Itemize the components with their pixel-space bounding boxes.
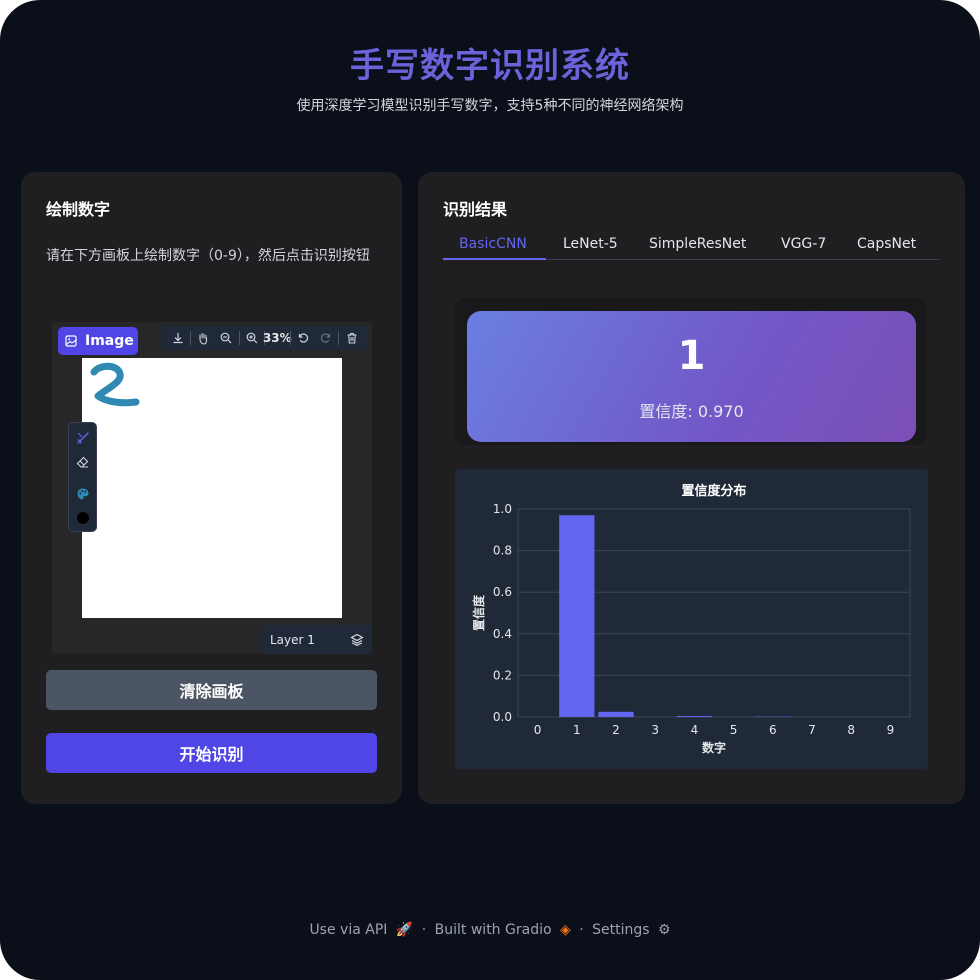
api-link[interactable]: Use via API bbox=[309, 922, 387, 938]
x-tick-label: 4 bbox=[691, 723, 699, 737]
trash-icon[interactable] bbox=[340, 326, 363, 350]
tab-lenet5[interactable]: LeNet-5 bbox=[563, 236, 618, 252]
predicted-digit: 1 bbox=[677, 333, 706, 379]
layer-selector[interactable]: Layer 1 bbox=[262, 625, 372, 654]
footer-separator: · bbox=[579, 922, 584, 938]
color-swatch-icon[interactable] bbox=[69, 507, 97, 529]
image-label-badge: Image bbox=[58, 327, 138, 355]
tab-capsnet[interactable]: CapsNet bbox=[857, 236, 916, 252]
x-tick-label: 9 bbox=[887, 723, 895, 737]
result-panel-title: 识别结果 bbox=[443, 200, 508, 219]
download-icon[interactable] bbox=[166, 326, 189, 350]
result-panel: 识别结果 BasicCNN LeNet-5 SimpleResNet VGG-7… bbox=[418, 172, 965, 804]
page-title: 手写数字识别系统 bbox=[350, 46, 630, 86]
y-tick-label: 0.4 bbox=[493, 627, 512, 641]
x-tick-label: 5 bbox=[730, 723, 738, 737]
x-tick-label: 6 bbox=[769, 723, 777, 737]
x-tick-label: 2 bbox=[612, 723, 620, 737]
page-subtitle: 使用深度学习模型识别手写数字，支持5种不同的神经网络架构 bbox=[296, 98, 684, 114]
gradio-logo-icon: ◈ bbox=[559, 922, 571, 938]
canvas-toolbar: 33% bbox=[162, 326, 367, 350]
zoom-out-icon[interactable] bbox=[215, 326, 238, 350]
toolbar-divider bbox=[338, 331, 339, 345]
redo-icon[interactable] bbox=[314, 326, 337, 350]
y-axis-label: 置信度 bbox=[471, 594, 486, 631]
toolbar-divider bbox=[238, 331, 240, 345]
x-tick-label: 3 bbox=[651, 723, 659, 737]
app-window: 手写数字识别系统 使用深度学习模型识别手写数字，支持5种不同的神经网络架构 绘制… bbox=[0, 0, 980, 980]
y-tick-label: 0.8 bbox=[493, 544, 512, 558]
confidence-chart-svg: 置信度分布 0.0 0.2 0.4 0.6 0.8 1.0 0 1 2 3 4 5 6 7 8 9 数字 置信度 bbox=[471, 483, 911, 755]
tab-simpleresnet[interactable]: SimpleResNet bbox=[649, 236, 746, 252]
chart-title: 置信度分布 bbox=[681, 483, 746, 499]
zoom-in-icon[interactable] bbox=[240, 326, 263, 350]
palette-icon[interactable] bbox=[69, 483, 97, 505]
drawing-canvas[interactable] bbox=[82, 358, 342, 618]
y-tick-label: 0.2 bbox=[493, 668, 512, 682]
y-tick-label: 0.0 bbox=[493, 710, 512, 724]
footer-separator: · bbox=[421, 922, 427, 938]
clear-canvas-button[interactable]: 清除画板 bbox=[46, 670, 377, 710]
tab-basiccnn[interactable]: BasicCNN bbox=[459, 236, 527, 252]
prediction-card: 1 置信度: 0.970 bbox=[467, 311, 916, 442]
x-tick-label: 0 bbox=[534, 723, 542, 737]
tab-vgg7[interactable]: VGG-7 bbox=[781, 236, 826, 252]
toolbar-divider bbox=[190, 331, 191, 345]
sketchpad: Image 33% Layer 1 bbox=[52, 322, 372, 654]
zoom-level: 33% bbox=[262, 331, 292, 345]
x-tick-label: 7 bbox=[808, 723, 816, 737]
gradio-link[interactable]: Built with Gradio bbox=[435, 922, 552, 938]
brush-icon[interactable] bbox=[69, 427, 97, 449]
draw-panel: 绘制数字 请在下方画板上绘制数字（0-9），然后点击识别按钮 Image 33%… bbox=[21, 172, 402, 804]
draw-instruction: 请在下方画板上绘制数字（0-9），然后点击识别按钮 bbox=[46, 248, 370, 264]
pan-hand-icon[interactable] bbox=[192, 326, 215, 350]
eraser-icon[interactable] bbox=[69, 451, 97, 473]
gear-icon: ⚙ bbox=[658, 922, 671, 938]
bar-2 bbox=[598, 711, 634, 717]
x-axis-label: 数字 bbox=[702, 740, 726, 755]
layer-label: Layer 1 bbox=[270, 632, 315, 647]
bar-4 bbox=[676, 715, 713, 717]
y-tick-label: 0.6 bbox=[493, 585, 512, 599]
confidence-text: 置信度: 0.970 bbox=[639, 402, 744, 421]
layers-icon bbox=[350, 633, 364, 646]
undo-icon[interactable] bbox=[291, 326, 314, 350]
toolbar-divider bbox=[289, 331, 291, 345]
handwritten-stroke bbox=[90, 362, 140, 407]
y-tick-label: 1.0 bbox=[493, 502, 512, 516]
settings-link[interactable]: Settings bbox=[592, 922, 649, 938]
model-tabs: BasicCNN LeNet-5 SimpleResNet VGG-7 Caps… bbox=[443, 230, 940, 260]
draw-panel-title: 绘制数字 bbox=[46, 200, 111, 219]
confidence-chart: 置信度分布 0.0 0.2 0.4 0.6 0.8 1.0 0 1 2 3 4 5 6 7 8 9 数字 置信度 bbox=[455, 469, 928, 769]
image-label-text: Image bbox=[85, 333, 134, 349]
active-tab-indicator bbox=[443, 258, 546, 260]
brush-toolbar bbox=[68, 422, 97, 532]
x-tick-label: 1 bbox=[573, 723, 581, 737]
start-recognition-button[interactable]: 开始识别 bbox=[46, 733, 377, 773]
rocket-icon: 🚀 bbox=[395, 922, 414, 938]
image-icon bbox=[65, 335, 77, 347]
footer: Use via API 🚀 · Built with Gradio ◈ · Se… bbox=[0, 922, 980, 938]
x-tick-label: 8 bbox=[847, 723, 855, 737]
bar-1 bbox=[559, 515, 595, 717]
